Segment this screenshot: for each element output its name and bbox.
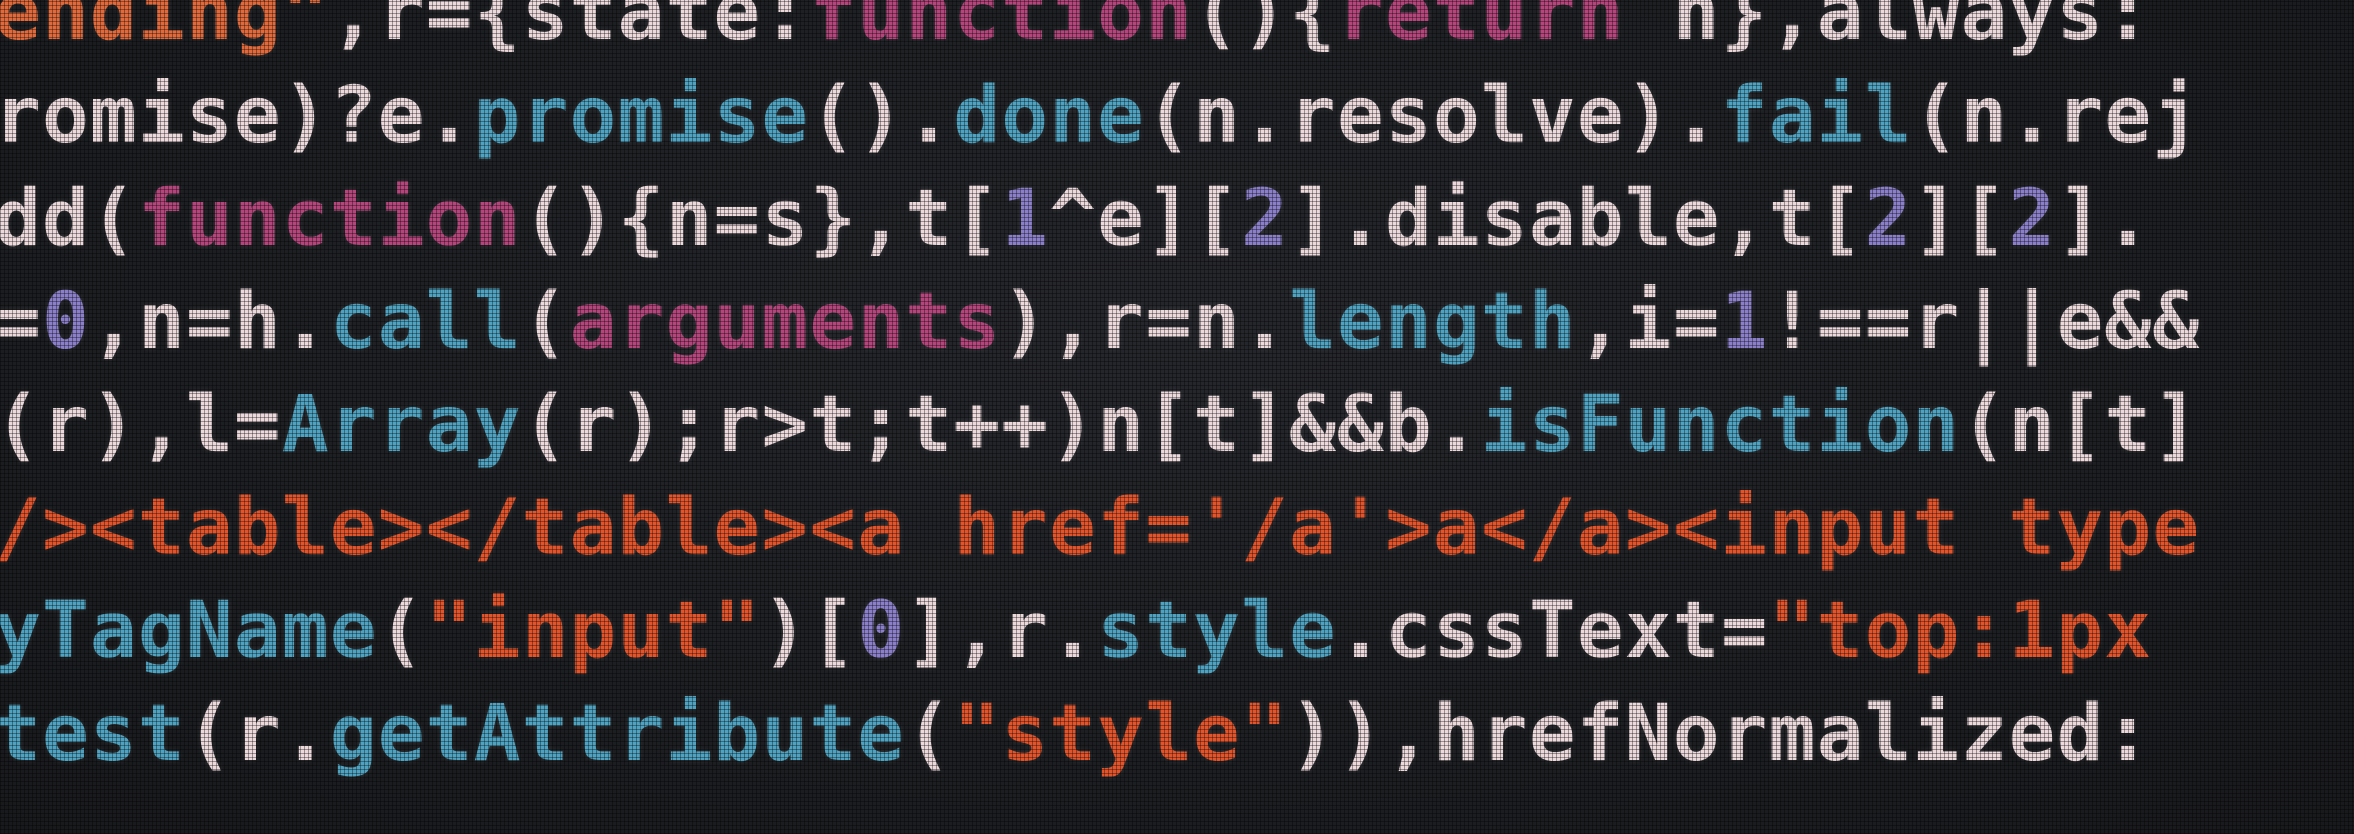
code-screen: ending",r={state:function(){return n},al…	[0, 0, 2354, 834]
code-token: "top:1px	[1768, 586, 2153, 676]
code-token: function	[809, 0, 1194, 58]
code-token: (	[905, 689, 954, 779]
code-line: dd(function(){n=s},t[1^e][2].disable,t[2…	[0, 168, 2354, 271]
code-token: ,i=	[1576, 277, 1721, 367]
code-token: (){	[1193, 0, 1337, 58]
code-token: ^e][	[1049, 174, 1241, 264]
code-line: =0,n=h.call(arguments),r=n.length,i=1!==…	[0, 271, 2354, 374]
code-token: "style"	[953, 689, 1289, 779]
code-token: 0	[41, 277, 90, 367]
code-token: ending"	[0, 0, 330, 58]
code-token: 2	[1241, 174, 1289, 264]
code-token: (	[377, 586, 426, 676]
code-token: )),hrefNormalized:	[1288, 689, 2153, 779]
code-line: romise)?e.promise().done(n.resolve).fail…	[0, 65, 2354, 168]
code-token: (){n=s},t[	[521, 174, 1002, 264]
code-token: getAttribute	[329, 689, 906, 779]
code-token: !==r||e&&	[1768, 277, 2201, 367]
code-token: ][	[1912, 174, 2009, 264]
code-token: ],r.	[905, 586, 1098, 676]
code-token: "input"	[425, 586, 762, 676]
code-token: arguments	[569, 277, 1002, 367]
code-token: (n[t]	[1960, 380, 2201, 470]
code-token: )[	[761, 586, 858, 676]
code-token: 2	[2008, 174, 2057, 264]
code-token: ),r=n.	[1001, 277, 1289, 367]
code-token: (n.resolve).	[1145, 71, 1721, 161]
code-line: /><table></table><a href='/a'>a</a><inpu…	[0, 477, 2354, 580]
code-token: ,r={state:	[329, 0, 810, 58]
code-token: Array	[281, 380, 522, 470]
code-token: (r.	[185, 689, 330, 779]
code-token: 0	[857, 586, 906, 676]
code-line: yTagName("input")[0],r.style.cssText="to…	[0, 580, 2354, 683]
code-token: fail	[1720, 71, 1913, 161]
code-token: (r);r>t;t++)n[t]&&b.	[521, 380, 1481, 470]
code-token: (r),l=	[0, 380, 282, 470]
code-token: yTagName	[0, 586, 378, 676]
code-token: /><table></table><a href='/a'>a</a><inpu…	[0, 483, 2201, 573]
code-token: isFunction	[1480, 380, 1961, 470]
code-token: ].	[2056, 174, 2153, 264]
code-token: romise)?e.	[0, 71, 474, 161]
code-token: =	[0, 277, 42, 367]
code-line: (r),l=Array(r);r>t;t++)n[t]&&b.isFunctio…	[0, 374, 2354, 477]
code-token: test	[0, 689, 186, 779]
code-token: ().	[809, 71, 954, 161]
code-token: 1	[1720, 277, 1769, 367]
code-token: ].disable,t[	[1288, 174, 1865, 264]
code-token: function	[137, 174, 522, 264]
code-token: call	[329, 277, 522, 367]
code-token: (	[521, 277, 570, 367]
code-token: style	[1097, 586, 1337, 676]
code-editor: ending",r={state:function(){return n},al…	[0, 0, 2354, 786]
code-token: ,n=h.	[89, 277, 330, 367]
code-line: test(r.getAttribute("style")),hrefNormal…	[0, 683, 2354, 786]
code-token: .cssText=	[1336, 586, 1769, 676]
code-token: return	[1336, 0, 1625, 58]
code-token: length	[1288, 277, 1577, 367]
code-token: dd(	[0, 174, 138, 264]
code-token: 2	[1864, 174, 1913, 264]
code-token: 1	[1001, 174, 1050, 264]
code-line: ending",r={state:function(){return n},al…	[0, 0, 2354, 65]
code-token: n},always:	[1624, 0, 2153, 58]
code-token: done	[953, 71, 1146, 161]
code-token: (n.rej	[1912, 71, 2201, 161]
code-token: promise	[473, 71, 810, 161]
